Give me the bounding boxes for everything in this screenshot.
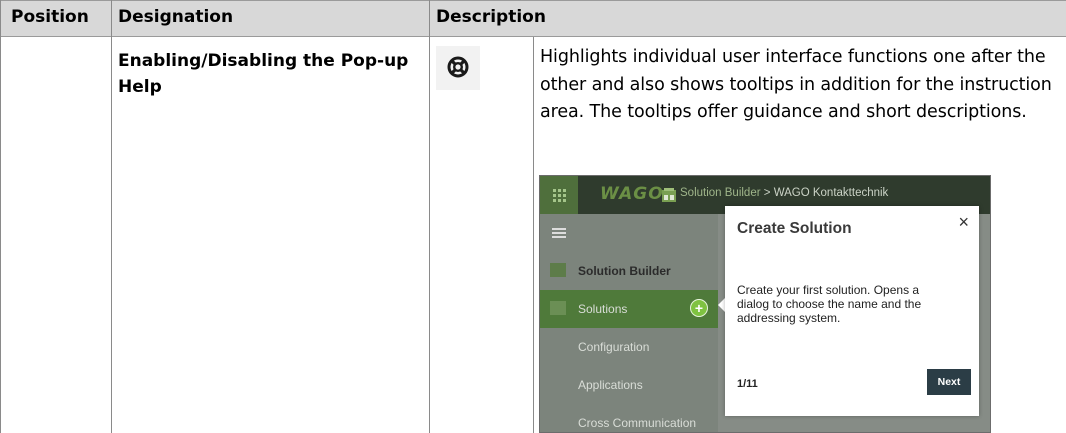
table-divider-3 <box>533 37 534 433</box>
solution-builder-icon <box>662 188 676 202</box>
sidebar-item-configuration[interactable]: Configuration <box>540 328 718 366</box>
popup-help-dialog: Create Solution × Create your first solu… <box>725 206 979 416</box>
breadcrumb-app[interactable]: Solution Builder <box>680 187 761 199</box>
breadcrumb-location[interactable]: WAGO Kontakttechnik <box>774 187 889 199</box>
manual-table: Position Designation Description Enablin… <box>0 0 1066 433</box>
screenshot-sidebar: Solution Builder Solutions + Configurati… <box>540 214 718 432</box>
sidebar-header-label: Solution Builder <box>578 264 671 278</box>
table-divider-2 <box>429 0 430 433</box>
table-divider-1 <box>111 0 112 433</box>
sidebar-item-label: Applications <box>578 378 643 392</box>
solution-builder-icon <box>550 263 566 277</box>
popup-step-counter: 1/11 <box>737 378 758 390</box>
menu-toggle[interactable] <box>540 214 718 252</box>
hamburger-icon[interactable] <box>552 228 566 238</box>
sidebar-item-label: Configuration <box>578 340 650 354</box>
apps-grid-icon[interactable] <box>540 176 578 214</box>
embedded-screenshot: WAGO Solution Builder > WAGO Kontakttech… <box>539 175 991 433</box>
popup-body: Create your first solution. Opens a dial… <box>737 283 922 325</box>
next-button[interactable]: Next <box>927 369 971 395</box>
breadcrumb: Solution Builder > WAGO Kontakttechnik <box>680 187 888 199</box>
sidebar-header: Solution Builder <box>540 252 718 290</box>
header-description: Description <box>436 7 546 27</box>
sidebar-item-cross-communication[interactable]: Cross Communication <box>540 404 718 432</box>
add-solution-icon[interactable]: + <box>690 299 708 317</box>
header-position: Position <box>11 7 89 27</box>
sidebar-item-label: Solutions <box>578 302 628 316</box>
table-header-row: Position Designation Description <box>0 0 1066 37</box>
header-designation: Designation <box>118 7 234 27</box>
lifebuoy-icon <box>447 56 469 78</box>
wago-logo: WAGO <box>600 184 664 204</box>
table-border-left <box>0 0 1 433</box>
help-icon-box <box>436 46 480 90</box>
close-icon[interactable]: × <box>958 212 969 233</box>
sidebar-item-solutions[interactable]: Solutions + <box>540 290 718 328</box>
sidebar-item-label: Cross Communication <box>578 416 697 430</box>
sidebar-item-applications[interactable]: Applications <box>540 366 718 404</box>
breadcrumb-separator: > <box>763 187 771 199</box>
grid-icon <box>550 301 566 315</box>
row-designation: Enabling/Disabling the Pop-up Help <box>118 51 409 97</box>
popup-title: Create Solution <box>737 220 852 237</box>
row-description: Highlights individual user interface fun… <box>540 47 1052 122</box>
